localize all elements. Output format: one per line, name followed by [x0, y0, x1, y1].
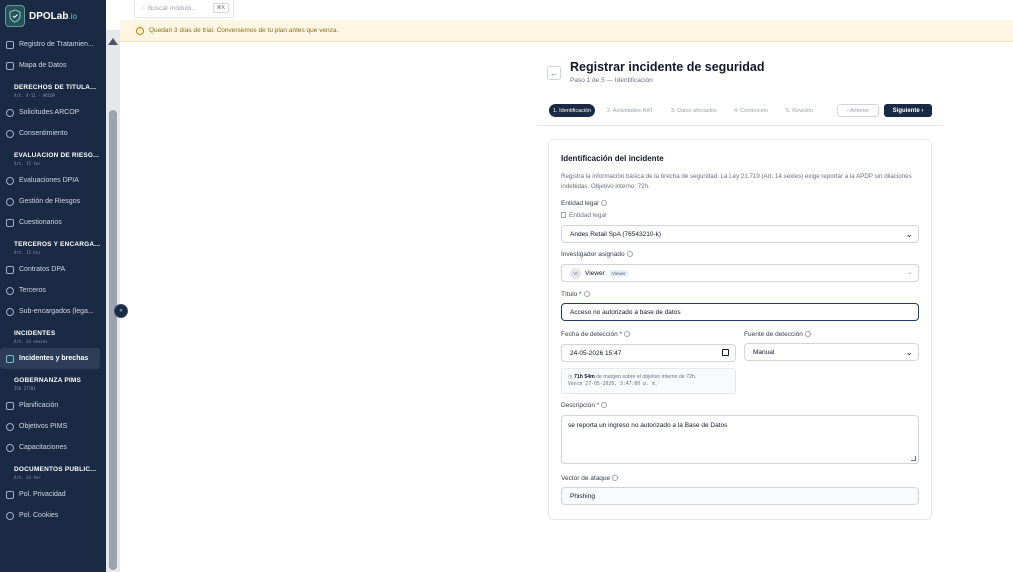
table-icon: [6, 40, 14, 49]
chevron-down-icon: ⌄: [905, 347, 913, 357]
calendar-icon[interactable]: [722, 349, 729, 356]
form-card: Identificación del incidente Registra la…: [548, 139, 932, 520]
section-evaluacion: EVALUACIÓN DE RIESG... Art. 15 ter: [14, 152, 100, 166]
calendar-icon: [6, 401, 14, 410]
target-icon: [6, 422, 14, 431]
sidebar-item-incidentes[interactable]: Incidentes y brechas: [0, 348, 100, 369]
form-title: Identificación del incidente: [561, 154, 664, 163]
stepper: 1. Identificación 2. Actividades RAT 3. …: [537, 98, 943, 126]
entity-sublabel: Entidad legal: [561, 212, 607, 219]
users-icon: [6, 108, 14, 117]
sidebar-scrollbar-thumb[interactable]: [109, 110, 117, 570]
sidebar-item-cookies[interactable]: Pol. Cookies: [0, 505, 104, 526]
entity-select[interactable]: Andes Retail SpA (76543210-k) ⌄: [561, 225, 919, 243]
sidebar-item-subencargados[interactable]: Sub-encargados (lega...: [0, 301, 104, 322]
section-terceros: TERCEROS Y ENCARGA... Art. 15 bis: [14, 241, 101, 255]
sidebar-item-terceros[interactable]: Terceros: [0, 280, 104, 301]
investigator-label: Investigador asignado: [561, 251, 633, 258]
title-label: Título *: [561, 291, 590, 298]
network-icon: [6, 307, 14, 316]
sidebar: DPOLab.io Registro de Tratamien... Mapa …: [0, 0, 106, 572]
warning-icon: !: [136, 26, 144, 35]
description-textarea[interactable]: se reporta un ingreso no autorizado a la…: [561, 415, 919, 464]
role-badge: Viewer: [608, 269, 629, 277]
step-actividades[interactable]: 2. Actividades RAT: [603, 104, 657, 117]
sidebar-item-riesgos[interactable]: Gestión de Riesgos: [0, 191, 104, 212]
help-icon: [626, 251, 633, 258]
shield-icon: [6, 197, 14, 206]
sidebar-item-dpia[interactable]: Evaluaciones DPIA: [0, 170, 104, 191]
previous-button[interactable]: ‹ Anterior: [837, 104, 879, 117]
avatar: VI: [570, 267, 581, 279]
step-contencion[interactable]: 4. Contención: [730, 104, 772, 117]
clipboard-icon: [6, 218, 14, 227]
topbar: ○ Buscar módulo... ⌘K: [120, 0, 1013, 20]
page-title: Registrar incidente de seguridad: [570, 60, 765, 74]
detection-date-label: Fecha de detección *: [561, 331, 631, 338]
sidebar-item-capacitaciones[interactable]: Capacitaciones: [0, 437, 104, 458]
description-label: Descripción *: [561, 402, 608, 409]
sidebar-item-consentimiento[interactable]: Consentimiento: [0, 123, 104, 144]
brand[interactable]: DPOLab.io: [0, 0, 106, 32]
section-derechos: DERECHOS DE TITULA... Art. 4-11 · ARCOP: [14, 84, 97, 98]
search-input[interactable]: ○ Buscar módulo... ⌘K: [134, 0, 234, 18]
help-icon: [612, 475, 619, 482]
step-identificacion[interactable]: 1. Identificación: [549, 104, 596, 117]
resize-handle[interactable]: [911, 456, 916, 461]
collapse-sidebar-button[interactable]: «: [114, 304, 128, 318]
title-input[interactable]: Acceso no autorizado a base de datos: [561, 303, 919, 321]
sidebar-item-solicitudes[interactable]: Solicitudes ARCOP: [0, 102, 104, 123]
vector-label: Vector de ataque: [561, 475, 619, 482]
page-subtitle: Paso 1 de 5 — Identificación: [570, 77, 653, 84]
detection-source-select[interactable]: Manual ⌄: [744, 343, 919, 361]
sidebar-nav: Registro de Tratamien... Mapa de Datos D…: [0, 34, 104, 526]
building-icon: [561, 212, 566, 219]
chevron-down-icon: ⌄: [907, 269, 913, 276]
help-icon: [624, 331, 631, 338]
chevron-down-icon: ⌄: [905, 229, 913, 239]
deadline-hint: ◷ 71h 54m de margen sobre el objetivo in…: [561, 368, 736, 394]
file-icon: [6, 490, 14, 499]
sidebar-item-registro[interactable]: Registro de Tratamien...: [0, 34, 104, 55]
sidebar-item-objetivos[interactable]: Objetivos PIMS: [0, 416, 104, 437]
trial-banner: ! Quedan 3 días de trial. Conversemos de…: [120, 20, 1013, 42]
sidebar-item-cuestionarios[interactable]: Cuestionarios: [0, 212, 104, 233]
detection-date-input[interactable]: 24-05-2026 15:47: [561, 344, 736, 362]
sidebar-item-contratos[interactable]: Contratos DPA: [0, 259, 104, 280]
step-datos[interactable]: 3. Datos afectados: [667, 104, 721, 117]
brand-name: DPOLab.io: [29, 10, 77, 22]
detection-source-label: Fuente de detección: [744, 331, 811, 338]
entity-label: Entidad legal: [561, 200, 607, 207]
document-icon: [6, 265, 14, 274]
shield-logo-icon: [5, 5, 25, 27]
sidebar-item-mapa[interactable]: Mapa de Datos: [0, 55, 104, 76]
search-icon: [6, 176, 14, 185]
section-documentos: DOCUMENTOS PÚBLIC... Art. 14 ter: [14, 466, 97, 480]
section-incidentes: INCIDENTES Art. 14 sexies: [14, 330, 56, 344]
help-icon: [804, 331, 811, 338]
scroll-up-arrow-icon[interactable]: [108, 38, 118, 45]
help-icon: [601, 402, 608, 409]
back-button[interactable]: ←: [547, 66, 561, 80]
step-revision[interactable]: 5. Revisión: [782, 104, 817, 117]
circle-check-icon: [6, 129, 14, 138]
cookie-icon: [6, 511, 14, 520]
users-icon: [6, 286, 14, 295]
vector-input[interactable]: Phishing: [561, 487, 919, 505]
form-description: Registra la información básica de la bre…: [561, 173, 912, 190]
sidebar-item-planificacion[interactable]: Planificación: [0, 395, 104, 416]
map-icon: [6, 61, 14, 70]
investigator-select[interactable]: VI Viewer Viewer ⌄: [561, 264, 919, 282]
sidebar-item-privacidad[interactable]: Pol. Privacidad: [0, 484, 104, 505]
help-icon: [583, 291, 590, 298]
shortcut-badge: ⌘K: [212, 3, 229, 13]
warning-triangle-icon: [6, 354, 14, 363]
graduation-icon: [6, 443, 14, 452]
section-gobernanza: GOBERNANZA PIMS ISO 27701: [14, 377, 82, 391]
help-icon: [600, 200, 607, 207]
search-icon: ○: [141, 4, 145, 12]
next-button[interactable]: Siguiente ›: [884, 104, 932, 117]
